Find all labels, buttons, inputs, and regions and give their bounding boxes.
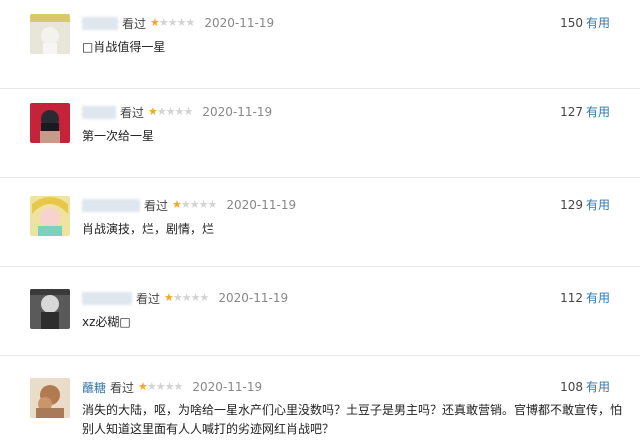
comment-item: 看过 ★ ★ ★ ★ ★ 2020-11-19 127 有用 第一次给一星 (0, 89, 640, 178)
comment-meta: 看过 ★ ★ ★ ★ ★ 2020-11-19 (82, 196, 296, 214)
comment-date: 2020-11-19 (202, 105, 273, 119)
useful-button[interactable]: 有用 (586, 380, 610, 394)
avatar[interactable] (30, 289, 70, 329)
username-blurred[interactable] (82, 16, 118, 30)
useful-vote: 112 有用 (560, 289, 610, 306)
vote-count: 127 (560, 105, 583, 119)
star-icon-empty: ★ (173, 380, 184, 393)
comment-text: □肖战值得一星 (82, 40, 166, 54)
comment-item: 蘸糖 看过 ★ ★ ★ ★ ★ 2020-11-19 108 有用 消失的大陆，呕… (0, 356, 640, 443)
watched-status: 看过 (120, 105, 145, 120)
star-icon-empty: ★ (156, 105, 167, 118)
comment-list: 看过 ★ ★ ★ ★ ★ 2020-11-19 150 有用 □肖战值得一星 看… (0, 0, 640, 443)
comment-meta: 看过 ★ ★ ★ ★ ★ 2020-11-19 (82, 103, 272, 121)
avatar[interactable] (30, 196, 70, 236)
rating-stars: ★ ★ ★ ★ ★ (148, 105, 194, 118)
comment-text: xz必糊□ (82, 315, 131, 329)
star-icon-empty: ★ (176, 16, 187, 29)
comment-item: 看过 ★ ★ ★ ★ ★ 2020-11-19 150 有用 □肖战值得一星 (0, 0, 640, 89)
star-icon-empty: ★ (167, 16, 178, 29)
avatar[interactable] (30, 14, 70, 54)
watched-status: 看过 (122, 16, 147, 31)
star-icon-empty: ★ (190, 291, 201, 304)
avatar[interactable] (30, 103, 70, 143)
comment-text: 第一次给一星 (82, 129, 155, 143)
username-blurred[interactable] (82, 198, 140, 212)
star-icon-filled: ★ (172, 198, 182, 211)
watched-status: 看过 (144, 198, 169, 213)
useful-vote: 108 有用 (560, 378, 610, 395)
star-icon-empty: ★ (181, 291, 192, 304)
watched-status: 看过 (136, 291, 161, 306)
star-icon-empty: ★ (155, 380, 166, 393)
comment-item: 看过 ★ ★ ★ ★ ★ 2020-11-19 112 有用 xz必糊□ (0, 267, 640, 356)
star-icon-empty: ★ (183, 105, 194, 118)
useful-vote: 150 有用 (560, 14, 610, 31)
username-blurred[interactable] (82, 105, 116, 119)
star-icon-empty: ★ (174, 105, 185, 118)
comment-meta: 看过 ★ ★ ★ ★ ★ 2020-11-19 (82, 289, 288, 307)
star-icon-empty: ★ (165, 105, 176, 118)
useful-button[interactable]: 有用 (586, 291, 610, 305)
rating-stars: ★ ★ ★ ★ ★ (138, 380, 184, 393)
rating-stars: ★ ★ ★ ★ ★ (150, 16, 196, 29)
star-icon-empty: ★ (164, 380, 175, 393)
comment-text: 肖战演技，烂，剧情，烂 (82, 222, 215, 236)
useful-button[interactable]: 有用 (586, 16, 610, 30)
star-icon-empty: ★ (189, 198, 200, 211)
star-icon-empty: ★ (185, 16, 196, 29)
star-icon-empty: ★ (172, 291, 183, 304)
star-icon-filled: ★ (164, 291, 174, 304)
rating-stars: ★ ★ ★ ★ ★ (164, 291, 210, 304)
star-icon-empty: ★ (146, 380, 157, 393)
watched-status: 看过 (110, 380, 135, 395)
useful-vote: 129 有用 (560, 196, 610, 213)
star-icon-empty: ★ (158, 16, 169, 29)
avatar[interactable] (30, 378, 70, 418)
vote-count: 112 (560, 291, 583, 305)
star-icon-empty: ★ (198, 198, 209, 211)
rating-stars: ★ ★ ★ ★ ★ (172, 198, 218, 211)
star-icon-empty: ★ (180, 198, 191, 211)
vote-count: 108 (560, 380, 583, 394)
comment-date: 2020-11-19 (226, 198, 297, 212)
comment-date: 2020-11-19 (192, 380, 263, 394)
vote-count: 150 (560, 16, 583, 30)
star-icon-filled: ★ (138, 380, 148, 393)
useful-vote: 127 有用 (560, 103, 610, 120)
star-icon-filled: ★ (148, 105, 158, 118)
comment-date: 2020-11-19 (204, 16, 275, 30)
vote-count: 129 (560, 198, 583, 212)
comment-text: 消失的大陆，呕，为啥给一星水产们心里没数吗？土豆子是男主吗？还真敢营销。官博都不… (82, 403, 623, 436)
comment-meta: 蘸糖 看过 ★ ★ ★ ★ ★ 2020-11-19 (82, 378, 262, 396)
comment-date: 2020-11-19 (218, 291, 289, 305)
star-icon-empty: ★ (207, 198, 218, 211)
username-link[interactable]: 蘸糖 (82, 379, 106, 396)
comment-item: 看过 ★ ★ ★ ★ ★ 2020-11-19 129 有用 肖战演技，烂，剧情，… (0, 178, 640, 267)
comment-meta: 看过 ★ ★ ★ ★ ★ 2020-11-19 (82, 14, 274, 32)
username-blurred[interactable] (82, 291, 132, 305)
star-icon-empty: ★ (199, 291, 210, 304)
star-icon-filled: ★ (150, 16, 160, 29)
useful-button[interactable]: 有用 (586, 198, 610, 212)
useful-button[interactable]: 有用 (586, 105, 610, 119)
